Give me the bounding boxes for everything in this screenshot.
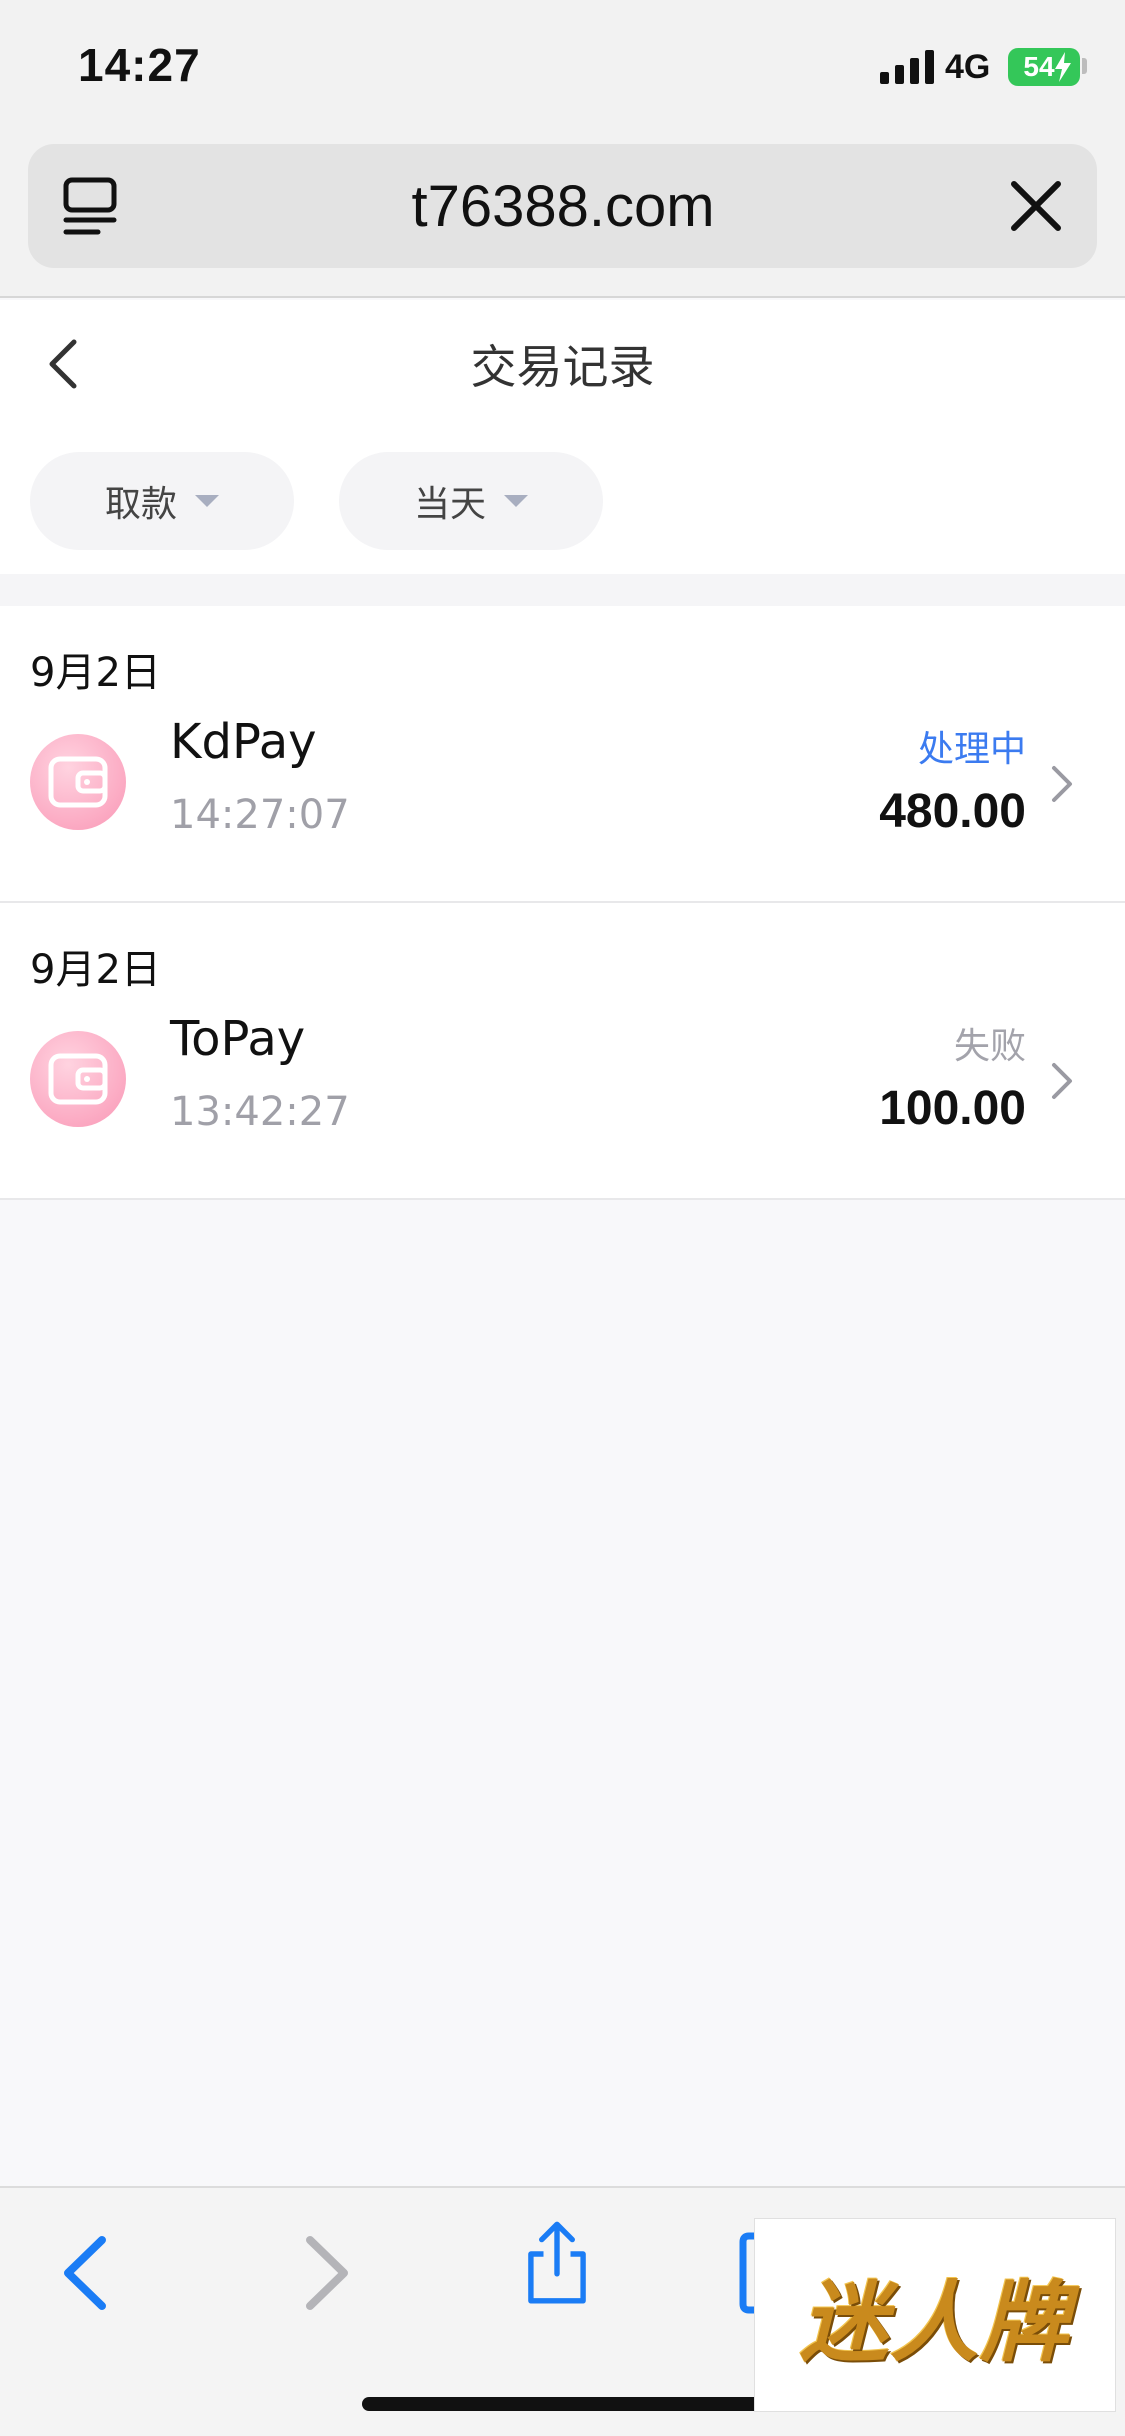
filter-date-dropdown[interactable]: 当天 xyxy=(339,452,603,550)
watermark-logo: 迷人牌 xyxy=(754,2218,1116,2412)
status-bar: 14:27 4G 54 xyxy=(0,0,1125,140)
page-title: 交易记录 xyxy=(470,340,655,394)
transaction-time: 14:27:07 xyxy=(170,792,350,838)
transaction-channel: KdPay xyxy=(170,714,317,770)
home-indicator xyxy=(362,2397,762,2411)
status-time: 14:27 xyxy=(78,39,201,91)
filter-bar: 取款 当天 xyxy=(0,428,1125,574)
wallet-icon xyxy=(30,734,126,830)
back-arrow-icon[interactable] xyxy=(44,336,84,392)
transaction-row[interactable]: 9月2日 ToPay 13:42:27 失败 100.00 xyxy=(0,903,1125,1200)
transaction-amount: 480.00 xyxy=(879,785,1026,838)
browser-address-area: t76388.com xyxy=(0,140,1125,298)
transaction-status: 失败 xyxy=(953,1026,1026,1067)
battery-tip xyxy=(1082,58,1087,74)
wallet-icon xyxy=(30,1031,126,1127)
watermark-text: 迷人牌 xyxy=(799,2269,1070,2374)
forward-icon[interactable] xyxy=(282,2228,372,2318)
charging-bolt-icon xyxy=(1055,52,1071,82)
page-header: 交易记录 xyxy=(0,300,1125,428)
transaction-date: 9月2日 xyxy=(30,947,161,993)
transaction-time: 13:42:27 xyxy=(170,1089,350,1135)
chevron-right-icon xyxy=(1052,766,1072,802)
transaction-date: 9月2日 xyxy=(30,650,161,696)
back-icon[interactable] xyxy=(40,2228,130,2318)
share-icon[interactable] xyxy=(512,2218,602,2308)
reader-mode-icon[interactable] xyxy=(58,174,122,238)
caret-down-icon xyxy=(504,495,528,507)
network-label: 4G xyxy=(945,48,991,86)
transaction-row[interactable]: 9月2日 KdPay 14:27:07 处理中 480.00 xyxy=(0,606,1125,903)
transaction-list: 9月2日 KdPay 14:27:07 处理中 480.00 9月2日 ToPa… xyxy=(0,606,1125,1200)
filter-date-label: 当天 xyxy=(413,484,486,525)
caret-down-icon xyxy=(195,495,219,507)
transaction-status: 处理中 xyxy=(917,729,1026,770)
transaction-amount: 100.00 xyxy=(879,1082,1026,1135)
filter-type-dropdown[interactable]: 取款 xyxy=(30,452,294,550)
transaction-channel: ToPay xyxy=(170,1011,306,1067)
close-icon[interactable] xyxy=(1008,178,1064,234)
chevron-right-icon xyxy=(1052,1063,1072,1099)
filter-type-label: 取款 xyxy=(104,484,177,525)
battery-level: 54 xyxy=(1023,51,1055,82)
address-bar[interactable]: t76388.com xyxy=(28,144,1097,268)
signal-icon xyxy=(880,50,934,84)
section-divider xyxy=(0,574,1125,606)
url-text[interactable]: t76388.com xyxy=(178,144,948,268)
